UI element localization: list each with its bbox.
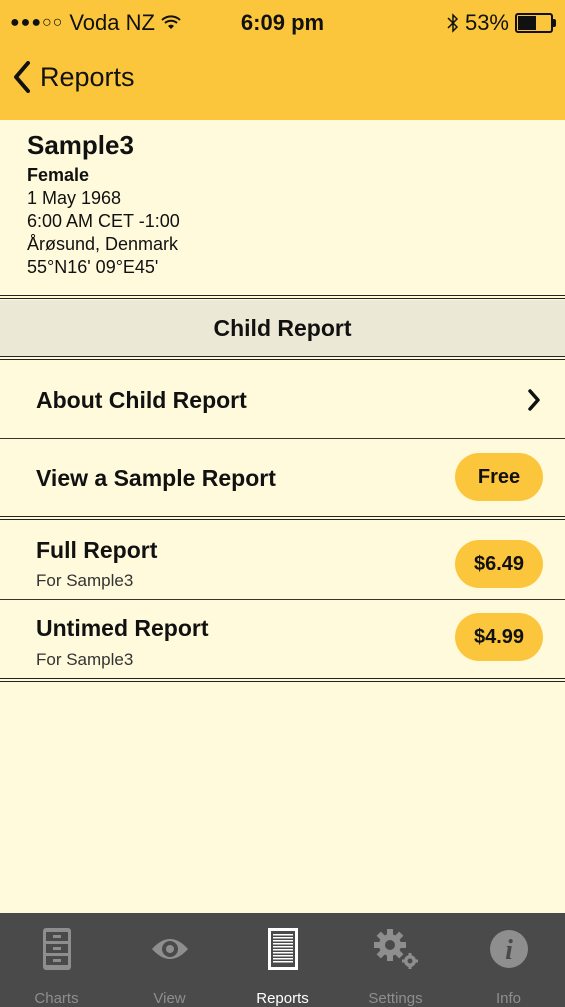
profile-coords: 55°N16' 09°E45' (27, 257, 159, 277)
chevron-left-icon (14, 61, 30, 93)
bluetooth-icon (447, 13, 459, 33)
tab-bar: Charts View Reports Settings i Info (0, 913, 565, 1007)
back-button[interactable]: Reports (12, 60, 135, 94)
status-bar: ●●●○○ Voda NZ 6:09 pm 53% (0, 0, 565, 42)
divider (0, 678, 565, 682)
divider (0, 295, 565, 299)
tab-charts[interactable]: Charts (0, 913, 113, 1007)
battery-icon (515, 13, 556, 33)
profile-name: Sample3 (27, 130, 134, 160)
untimed-report-price-button[interactable]: $4.99 (455, 613, 543, 661)
eye-icon (151, 939, 188, 959)
tab-info-label: Info (495, 990, 522, 1007)
untimed-report-label: Untimed Report (36, 615, 209, 641)
status-right: 53% (447, 10, 556, 36)
profile-gender: Female (27, 165, 90, 185)
info-icon: i (489, 930, 528, 968)
back-label: Reports (40, 61, 135, 92)
tab-reports-label: Reports (256, 990, 309, 1007)
full-report-subtitle: For Sample3 (36, 571, 134, 590)
sample-report-label: View a Sample Report (36, 465, 276, 491)
free-button[interactable]: Free (455, 453, 543, 501)
filing-cabinet-icon (42, 928, 71, 970)
profile-time: 6:00 AM CET -1:00 (27, 211, 180, 231)
document-icon (267, 928, 298, 970)
battery-percent: 53% (464, 10, 509, 35)
full-report-price-button[interactable]: $6.49 (455, 540, 543, 588)
about-report-row[interactable]: About Child Report (0, 360, 565, 438)
svg-text:i: i (505, 935, 513, 966)
chevron-right-icon (528, 389, 540, 411)
full-report-label: Full Report (36, 537, 158, 563)
sample-report-row: View a Sample Report Free (0, 439, 565, 515)
profile-info: Sample3 Female 1 May 1968 6:00 AM CET -1… (27, 130, 180, 279)
section-header: Child Report (0, 300, 565, 357)
tab-settings[interactable]: Settings (339, 913, 452, 1007)
full-report-row: Full Report For Sample3 $6.49 (0, 520, 565, 598)
tab-charts-label: Charts (34, 990, 79, 1007)
untimed-report-subtitle: For Sample3 (36, 650, 134, 669)
untimed-report-row: Untimed Report For Sample3 $4.99 (0, 600, 565, 678)
about-report-label: About Child Report (36, 387, 247, 413)
tab-info[interactable]: i Info (452, 913, 565, 1007)
tab-reports[interactable]: Reports (226, 913, 339, 1007)
profile-date: 1 May 1968 (27, 188, 122, 208)
tab-view[interactable]: View (113, 913, 226, 1007)
nav-bar: Reports (0, 42, 565, 120)
tab-view-label: View (153, 990, 186, 1007)
profile-place: Årøsund, Denmark (27, 234, 179, 254)
gear-icon (373, 929, 418, 969)
tab-settings-label: Settings (368, 990, 423, 1007)
